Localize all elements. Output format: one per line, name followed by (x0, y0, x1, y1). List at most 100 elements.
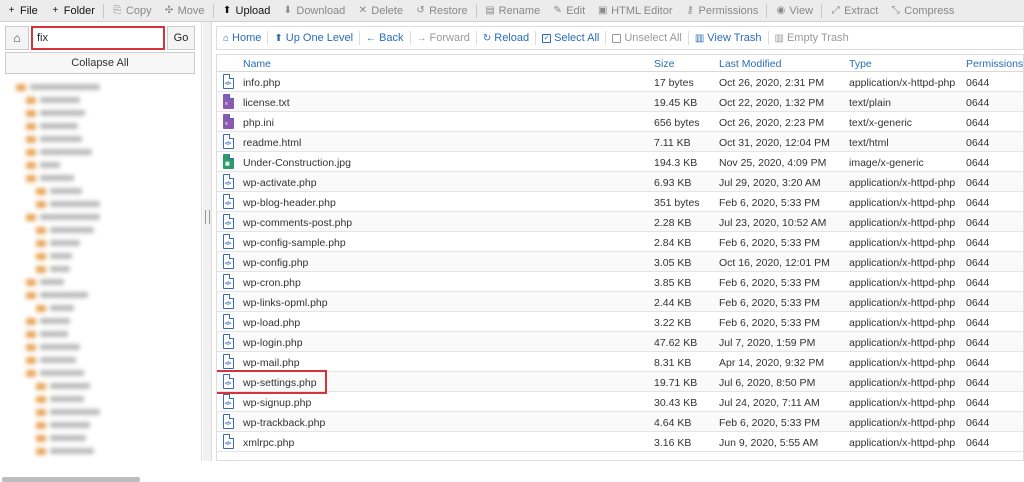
tree-folder-item[interactable] (36, 420, 90, 430)
tree-folder-item[interactable] (26, 290, 88, 300)
trash-icon: ▥ (774, 32, 784, 44)
table-row[interactable]: </> wp-mail.php 8.31 KB Apr 14, 2020, 9:32 … (217, 352, 1023, 372)
tree-folder-item[interactable] (36, 394, 84, 404)
up-one-level-button[interactable]: ⬆ Up One Level (268, 28, 359, 48)
empty-trash-button[interactable]: ▥ Empty Trash (769, 28, 855, 48)
home-icon[interactable]: ⌂ (5, 26, 29, 50)
table-row[interactable]: </> readme.html 7.11 KB Oct 31, 2020, 12:04… (217, 132, 1023, 152)
table-row[interactable]: ≡ license.txt 19.45 KB Oct 22, 2020, 1:32 P… (217, 92, 1023, 112)
tree-folder-item[interactable] (26, 355, 76, 365)
pane-splitter[interactable] (203, 22, 212, 461)
folder-button[interactable]: + Folder (44, 0, 101, 22)
table-row[interactable]: </> wp-settings.php 19.71 KB Jul 6, 2020, 8… (217, 370, 1023, 394)
view-button[interactable]: ◉ View (769, 0, 819, 22)
table-row[interactable]: </> wp-config-sample.php 2.84 KB Feb 6, 202… (217, 232, 1023, 252)
table-row[interactable]: </> wp-cron.php 3.85 KB Feb 6, 2020, 5:33 P… (217, 272, 1023, 292)
toolbar-label: Rename (498, 4, 541, 17)
tree-folder-item[interactable] (26, 212, 100, 222)
tree-folder-item[interactable] (16, 82, 100, 92)
delete-button[interactable]: ✕ Delete (351, 0, 409, 22)
file-button[interactable]: + File (0, 0, 44, 22)
cell-perms: 0644 (966, 157, 990, 169)
column-type[interactable]: Type (849, 58, 872, 70)
tree-folder-item[interactable] (26, 329, 68, 339)
table-row[interactable]: ≡ php.ini 656 bytes Oct 26, 2020, 2:23 PM te… (217, 112, 1023, 132)
tree-folder-item[interactable] (36, 238, 80, 248)
html-editor-button[interactable]: ▣ HTML Editor (591, 0, 678, 22)
tree-folder-item[interactable] (36, 407, 100, 417)
move-button[interactable]: ✣ Move (158, 0, 211, 22)
tree-folder-label (40, 344, 80, 350)
tree-folder-item[interactable] (36, 225, 94, 235)
tree-folder-item[interactable] (26, 316, 70, 326)
folder-icon (36, 408, 46, 416)
tree-folder-item[interactable] (36, 433, 86, 443)
cell-perms: 0644 (966, 377, 990, 389)
table-row[interactable]: </> info.php 17 bytes Oct 26, 2020, 2:31 PM… (217, 72, 1023, 92)
forward-button[interactable]: → Forward (411, 28, 476, 48)
table-row[interactable]: </> wp-config.php 3.05 KB Oct 16, 2020, 12:… (217, 252, 1023, 272)
tree-folder-item[interactable] (26, 277, 64, 287)
download-button[interactable]: ⬇ Download (276, 0, 351, 22)
tree-folder-item[interactable] (26, 121, 78, 131)
home-button[interactable]: ⌂ Home (217, 28, 267, 48)
horizontal-scrollbar[interactable] (2, 477, 140, 482)
cell-perms: 0644 (966, 317, 990, 329)
extract-button[interactable]: ⤢ Extract (824, 0, 884, 22)
table-row[interactable]: </> wp-blog-header.php 351 bytes Feb 6, 202… (217, 192, 1023, 212)
rename-button[interactable]: ▤ Rename (479, 0, 547, 22)
permissions-button[interactable]: ⚷ Permissions (679, 0, 765, 22)
tree-folder-item[interactable] (36, 186, 82, 196)
view-trash-button[interactable]: ▥ View Trash (689, 28, 768, 48)
column-size[interactable]: Size (654, 58, 674, 70)
edit-button[interactable]: ✎ Edit (546, 0, 591, 22)
tree-folder-item[interactable] (36, 446, 94, 456)
column-name[interactable]: Name (243, 58, 271, 70)
tree-folder-item[interactable] (36, 199, 100, 209)
column-permissions[interactable]: Permissions (966, 58, 1023, 70)
collapse-all-button[interactable]: Collapse All (5, 52, 195, 74)
table-row[interactable]: </> wp-activate.php 6.93 KB Jul 29, 2020, 3… (217, 172, 1023, 192)
compress-button[interactable]: ⤡ Compress (884, 0, 960, 22)
table-row[interactable]: </> wp-signup.php 30.43 KB Jul 24, 2020, 7:… (217, 392, 1023, 412)
restore-button[interactable]: ↺ Restore (409, 0, 474, 22)
tree-folder-item[interactable] (26, 342, 80, 352)
tree-folder-item[interactable] (26, 134, 82, 144)
go-button[interactable]: Go (167, 26, 195, 50)
unselect-all-button[interactable]: Unselect All (606, 28, 687, 48)
forward-label: Forward (429, 32, 470, 44)
table-row[interactable]: </> xmlrpc.php 3.16 KB Jun 9, 2020, 5:55 AM… (217, 432, 1023, 452)
cell-perms: 0644 (966, 97, 990, 109)
tree-folder-item[interactable] (26, 108, 85, 118)
table-row[interactable]: ▣ Under-Construction.jpg 194.3 KB Nov 25, 2… (217, 152, 1023, 172)
cell-modified: Jul 7, 2020, 1:59 PM (719, 337, 816, 349)
table-row[interactable]: </> wp-comments-post.php 2.28 KB Jul 23, 20… (217, 212, 1023, 232)
reload-button[interactable]: ↻ Reload (477, 28, 535, 48)
tree-folder-item[interactable] (26, 95, 80, 105)
table-row[interactable]: </> wp-load.php 3.22 KB Feb 6, 2020, 5:33 P… (217, 312, 1023, 332)
tree-folder-item[interactable] (26, 368, 84, 378)
cell-type: application/x-httpd-php (849, 357, 956, 369)
tree-folder-item[interactable] (36, 303, 74, 313)
table-row[interactable]: </> wp-login.php 47.62 KB Jul 7, 2020, 1:59… (217, 332, 1023, 352)
table-row[interactable]: </> wp-trackback.php 4.64 KB Feb 6, 2020, 5… (217, 412, 1023, 432)
table-row[interactable]: </> wp-links-opml.php 2.44 KB Feb 6, 2020, … (217, 292, 1023, 312)
back-button[interactable]: ← Back (360, 28, 409, 48)
upload-button[interactable]: ⬆ Upload (216, 0, 277, 22)
cell-perms: 0644 (966, 137, 990, 149)
tree-folder-item[interactable] (26, 160, 60, 170)
search-input[interactable] (31, 26, 165, 50)
select-all-label: Select All (554, 32, 600, 44)
select-all-button[interactable]: ✓ Select All (536, 28, 605, 48)
toolbar-label: View (789, 4, 814, 17)
column-last-modified[interactable]: Last Modified (719, 58, 781, 70)
tree-folder-item[interactable] (36, 264, 70, 274)
tree-folder-item[interactable] (36, 251, 72, 261)
tree-folder-item[interactable] (36, 381, 90, 391)
folder-icon (16, 83, 26, 91)
divider (212, 3, 214, 18)
folder-icon (26, 356, 36, 364)
tree-folder-item[interactable] (26, 147, 92, 157)
tree-folder-item[interactable] (26, 173, 74, 183)
copy-button[interactable]: ⎘ Copy (106, 0, 158, 22)
